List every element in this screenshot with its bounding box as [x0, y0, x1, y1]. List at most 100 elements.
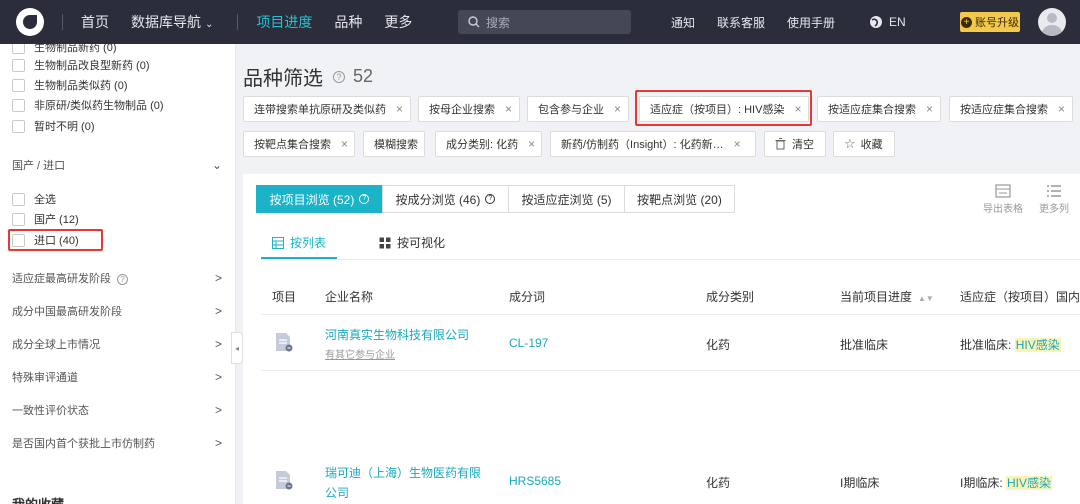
filter-sidebar: 生物制品新药 (0) 生物制品改良型新药 (0) 生物制品类似药 (0) 非原研…: [0, 44, 236, 504]
help-icon: ?: [485, 194, 496, 204]
other-participants-link[interactable]: 有其它参与企业: [325, 346, 395, 361]
subtab-list[interactable]: 按列表: [272, 234, 326, 251]
close-icon[interactable]: ×: [1058, 102, 1065, 116]
result-count: 52: [353, 66, 374, 86]
help-icon[interactable]: ?: [333, 70, 345, 83]
document-icon[interactable]: [275, 470, 293, 490]
export-table-button[interactable]: 导出表格: [983, 184, 1023, 215]
filter-origin-domestic[interactable]: 国产 (12): [12, 211, 79, 227]
section-china-max-stage[interactable]: 成分中国最高研发阶段 >: [12, 303, 222, 319]
filter-origin-all[interactable]: 全选: [12, 191, 56, 207]
close-icon[interactable]: ×: [505, 102, 512, 116]
section-origin[interactable]: 国产 / 进口 ⌄: [12, 157, 222, 173]
chevron-right-icon: >: [214, 337, 222, 351]
indication-link[interactable]: HIV感染: [1014, 338, 1061, 352]
close-icon[interactable]: ×: [341, 137, 348, 151]
close-icon[interactable]: ×: [396, 102, 403, 116]
plus-icon: +: [961, 16, 972, 28]
main-content: 品种筛选 ? 52 连带搜索单抗原研及类似药 × 按母企业搜索 × 包含参与企业 × …: [236, 44, 1080, 504]
checkbox[interactable]: [12, 98, 25, 112]
section-consistency-evaluation[interactable]: 一致性评价状态 >: [12, 402, 222, 418]
checkbox[interactable]: [12, 44, 25, 54]
filter-tag[interactable]: 模糊搜索: [363, 131, 425, 157]
trash-icon: [775, 138, 786, 150]
tab-by-indication[interactable]: 按适应症浏览 (5): [508, 185, 625, 213]
globe-icon: [870, 16, 883, 28]
nav-home[interactable]: 首页: [81, 12, 109, 32]
chevron-down-icon: ⌄: [205, 19, 214, 30]
tab-by-ingredient[interactable]: 按成分浏览 (46)?: [382, 185, 509, 213]
checkbox[interactable]: [12, 192, 25, 206]
language-switch[interactable]: EN: [869, 15, 906, 29]
indication-cell: I期临床: HIV感染: [960, 476, 1053, 490]
filter-biosimilar[interactable]: 生物制品类似药 (0): [12, 77, 128, 93]
logo[interactable]: [16, 8, 44, 36]
filter-tag[interactable]: 新药/仿制药（Insight）: 化药新… ×: [550, 131, 756, 157]
checkbox[interactable]: [12, 58, 25, 72]
filter-unknown[interactable]: 暂时不明 (0): [12, 118, 95, 134]
section-max-indication-stage[interactable]: 适应症最高研发阶段? >: [12, 270, 222, 286]
filter-tag[interactable]: 按靶点集合搜索 ×: [243, 131, 355, 157]
favorite-button[interactable]: ☆ 收藏: [833, 131, 895, 157]
close-icon[interactable]: ×: [614, 102, 621, 116]
filter-non-original-biologic[interactable]: 非原研/类似药生物制品 (0): [12, 97, 164, 113]
nav-user-manual[interactable]: 使用手册: [787, 14, 835, 31]
nav-varieties[interactable]: 品种: [334, 12, 362, 32]
star-icon: ☆: [844, 136, 856, 151]
nav-contact-support[interactable]: 联系客服: [717, 14, 765, 31]
nav-notifications[interactable]: 通知: [671, 14, 695, 31]
checkbox[interactable]: [12, 119, 25, 133]
filter-tag[interactable]: 包含参与企业 ×: [527, 96, 629, 122]
filter-biologic-improved[interactable]: 生物制品改良型新药 (0): [12, 57, 150, 73]
filter-tag[interactable]: 成分类别: 化药 ×: [435, 131, 542, 157]
checkbox[interactable]: [12, 212, 25, 226]
chevron-right-icon: >: [214, 304, 222, 318]
search-input[interactable]: 搜索: [458, 10, 631, 34]
company-link[interactable]: 河南真实生物科技有限公司: [325, 326, 469, 343]
help-icon[interactable]: ?: [117, 274, 128, 285]
column-header: 适应症（按项目）国内: [960, 290, 1080, 304]
ingredient-link[interactable]: HRS5685: [509, 474, 561, 488]
nav-more[interactable]: 更多: [384, 12, 412, 32]
section-first-generic[interactable]: 是否国内首个获批上市仿制药 >: [12, 435, 222, 451]
nav-database[interactable]: 数据库导航 ⌄: [131, 12, 213, 32]
clear-button[interactable]: 清空: [764, 131, 826, 157]
document-icon[interactable]: [275, 332, 293, 352]
filter-biologic-new[interactable]: 生物制品新药 (0): [12, 44, 117, 55]
column-header: 成分类别: [706, 290, 755, 304]
company-link[interactable]: 瑞可迪（上海）生物医药有限 公司: [325, 464, 481, 501]
column-header: 项目: [272, 290, 297, 304]
more-columns-button[interactable]: 更多列: [1039, 184, 1069, 215]
nav-right: 通知 联系客服 使用手册 EN: [671, 0, 906, 44]
column-header-progress[interactable]: 当前项目进度 ▲▼: [840, 288, 934, 305]
sort-icon[interactable]: ▲▼: [918, 294, 934, 303]
filter-tag[interactable]: 按适应症集合搜索 ×: [817, 96, 941, 122]
tab-by-project[interactable]: 按项目浏览 (52)?: [256, 185, 383, 213]
nav-project-progress[interactable]: 项目进度: [256, 12, 312, 32]
section-special-review[interactable]: 特殊审评通道 >: [12, 369, 222, 385]
chevron-right-icon: >: [214, 271, 222, 285]
page-title: 品种筛选 ? 52: [243, 66, 374, 90]
indication-link[interactable]: HIV感染: [1006, 476, 1053, 490]
close-icon[interactable]: ×: [734, 137, 741, 151]
ingredient-category: 化药: [706, 338, 731, 352]
column-header: 成分词: [509, 290, 546, 304]
list-icon: [1047, 185, 1061, 197]
subtab-visualization[interactable]: 按可视化: [379, 234, 445, 251]
chevron-right-icon: >: [214, 403, 222, 417]
avatar[interactable]: [1038, 8, 1066, 36]
section-global-market[interactable]: 成分全球上市情况 >: [12, 336, 222, 352]
filter-tag[interactable]: 按母企业搜索 ×: [418, 96, 520, 122]
upgrade-button[interactable]: + 账号升级: [960, 12, 1020, 32]
results-panel: 按项目浏览 (52)? 按成分浏览 (46)? 按适应症浏览 (5) 按靶点浏览…: [243, 174, 1080, 504]
checkbox[interactable]: [12, 78, 25, 92]
indication-cell: 批准临床: HIV感染: [960, 338, 1061, 352]
filter-tag[interactable]: 按适应症集合搜索 ×: [949, 96, 1073, 122]
tab-by-target[interactable]: 按靶点浏览 (20): [624, 185, 735, 213]
table-icon: [272, 236, 284, 249]
filter-tag[interactable]: 连带搜索单抗原研及类似药 ×: [243, 96, 411, 122]
close-icon[interactable]: ×: [926, 102, 933, 116]
grid-icon: [379, 237, 391, 248]
ingredient-link[interactable]: CL-197: [509, 336, 548, 350]
close-icon[interactable]: ×: [528, 137, 535, 151]
